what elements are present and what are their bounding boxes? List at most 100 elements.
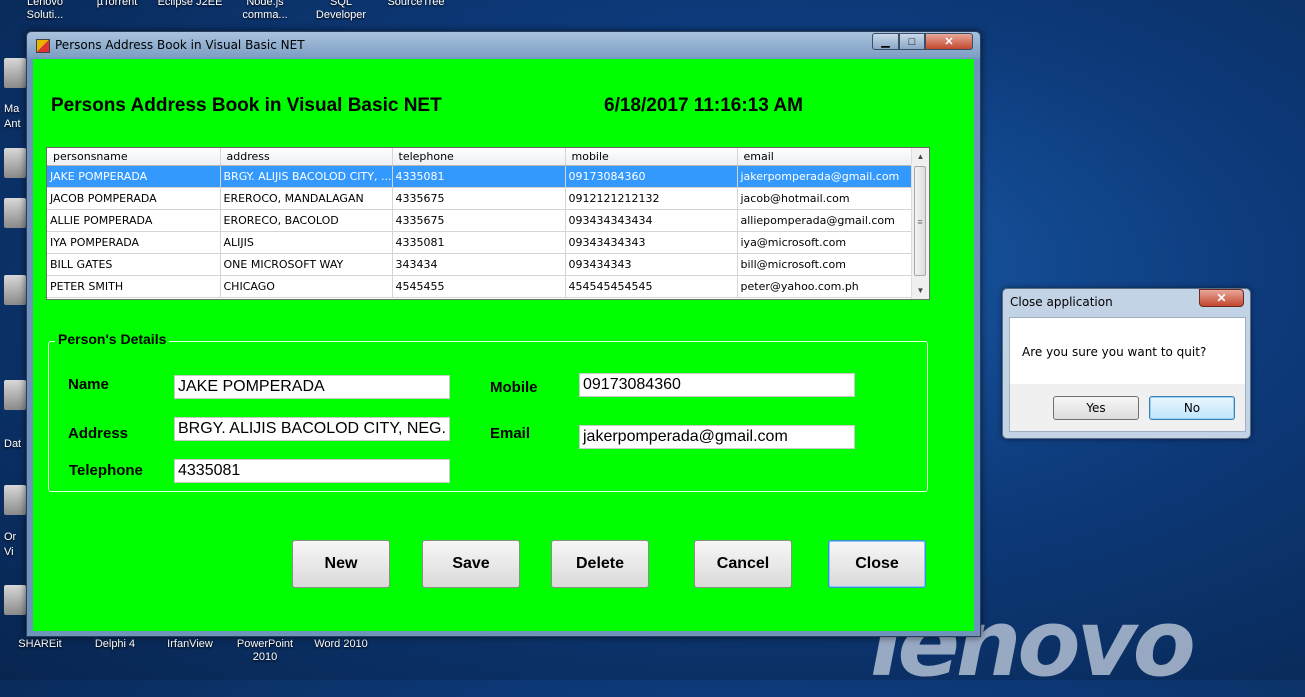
table-cell[interactable]: 0912121212132 xyxy=(565,187,738,210)
column-header-address[interactable]: address xyxy=(220,148,393,166)
table-cell[interactable]: bill@microsoft.com xyxy=(737,253,912,276)
telephone-field[interactable]: 4335081 xyxy=(174,459,450,483)
table-cell[interactable]: 09173084360 xyxy=(565,165,738,188)
delete-button[interactable]: Delete xyxy=(551,540,649,588)
table-cell[interactable]: 343434 xyxy=(392,253,566,276)
desktop-icon[interactable]: Delphi 4 xyxy=(80,638,150,651)
desktop-icon[interactable]: Node.js comma... xyxy=(230,0,300,22)
scroll-down-icon[interactable]: ▼ xyxy=(912,282,929,299)
desktop-icon[interactable]: SourceTree xyxy=(381,0,451,9)
desktop-app-icon[interactable] xyxy=(4,380,26,410)
table-cell[interactable]: 4335675 xyxy=(392,209,566,232)
window-titlebar[interactable]: Persons Address Book in Visual Basic NET… xyxy=(27,32,980,58)
table-cell[interactable]: alliepomperada@gmail.com xyxy=(737,209,912,232)
table-cell[interactable]: 4545455 xyxy=(392,275,566,298)
table-cell[interactable]: 4335675 xyxy=(392,187,566,210)
desktop-icon-label[interactable]: Ant xyxy=(4,118,28,131)
table-row[interactable]: BILL GATES ONE MICROSOFT WAY 343434 0934343… xyxy=(47,253,912,276)
desktop-icon[interactable]: SQL Developer xyxy=(306,0,376,22)
desktop-app-icon[interactable] xyxy=(4,58,26,88)
grid-vertical-scrollbar[interactable]: ▲ ≡ ▼ xyxy=(911,148,929,299)
email-label: Email xyxy=(490,425,531,442)
table-cell[interactable]: JACOB POMPERADA xyxy=(47,187,221,210)
desktop-icon[interactable]: Lenovo Soluti... xyxy=(10,0,80,22)
table-cell[interactable]: ERORECO, BACOLOD xyxy=(220,209,393,232)
name-label: Name xyxy=(68,376,109,393)
yes-button[interactable]: Yes xyxy=(1053,396,1139,420)
new-button[interactable]: New xyxy=(292,540,390,588)
column-header-personsname[interactable]: personsname xyxy=(47,148,221,166)
address-label: Address xyxy=(68,425,129,442)
column-header-telephone[interactable]: telephone xyxy=(392,148,566,166)
column-header-email[interactable]: email xyxy=(737,148,912,166)
dialog-title: Close application xyxy=(1010,295,1113,309)
address-field[interactable]: BRGY. ALIJIS BACOLOD CITY, NEG. OCC. xyxy=(174,417,450,441)
dialog-body: Are you sure you want to quit? xyxy=(1009,317,1246,384)
table-cell[interactable]: jakerpomperada@gmail.com xyxy=(737,165,912,188)
save-button[interactable]: Save xyxy=(422,540,520,588)
table-row[interactable]: PETER SMITH CHICAGO 4545455 454545454545 pet… xyxy=(47,275,912,298)
page-title: Persons Address Book in Visual Basic NET xyxy=(51,95,442,116)
persons-data-grid[interactable]: personsname address telephone mobile email J… xyxy=(46,147,930,300)
column-header-mobile[interactable]: mobile xyxy=(565,148,738,166)
desktop-app-icon[interactable] xyxy=(4,485,26,515)
table-cell[interactable]: 09343434343 xyxy=(565,231,738,254)
cancel-button[interactable]: Cancel xyxy=(694,540,792,588)
table-cell[interactable]: jacob@hotmail.com xyxy=(737,187,912,210)
table-cell[interactable]: BRGY. ALIJIS BACOLOD CITY, ... xyxy=(220,165,393,188)
minimize-button[interactable]: ▁ xyxy=(872,33,899,50)
table-cell[interactable]: JAKE POMPERADA xyxy=(47,165,221,188)
desktop-app-icon[interactable] xyxy=(4,585,26,615)
table-cell[interactable]: iya@microsoft.com xyxy=(737,231,912,254)
table-cell[interactable]: peter@yahoo.com.ph xyxy=(737,275,912,298)
desktop-icon[interactable]: IrfanView xyxy=(155,638,225,651)
desktop-app-icon[interactable] xyxy=(4,198,26,228)
table-cell[interactable]: ONE MICROSOFT WAY xyxy=(220,253,393,276)
table-row[interactable]: JACOB POMPERADA EREROCO, MANDALAGAN 433567… xyxy=(47,187,912,210)
grid-header-row: personsname address telephone mobile email xyxy=(47,148,912,166)
address-book-window: Persons Address Book in Visual Basic NET… xyxy=(26,31,981,637)
email-field[interactable]: jakerpomperada@gmail.com xyxy=(579,425,855,449)
desktop-icon[interactable]: µTorrent xyxy=(82,0,152,9)
table-cell[interactable]: BILL GATES xyxy=(47,253,221,276)
desktop-icon-label[interactable]: Or xyxy=(4,531,28,544)
mobile-label: Mobile xyxy=(490,379,538,396)
table-cell[interactable]: 093434343434 xyxy=(565,209,738,232)
table-cell[interactable]: IYA POMPERADA xyxy=(47,231,221,254)
table-cell[interactable]: ALIJIS xyxy=(220,231,393,254)
table-cell[interactable]: ALLIE POMPERADA xyxy=(47,209,221,232)
table-cell[interactable]: 454545454545 xyxy=(565,275,738,298)
table-cell[interactable]: 093434343 xyxy=(565,253,738,276)
table-cell[interactable]: 4335081 xyxy=(392,231,566,254)
desktop-app-icon[interactable] xyxy=(4,275,26,305)
name-field[interactable]: JAKE POMPERADA xyxy=(174,375,450,399)
dialog-button-bar: Yes No xyxy=(1009,384,1246,432)
no-button[interactable]: No xyxy=(1149,396,1235,420)
close-button[interactable]: Close xyxy=(828,540,926,588)
maximize-button[interactable]: □ xyxy=(899,33,925,50)
desktop-icon-label[interactable]: Ma xyxy=(4,103,28,116)
table-cell[interactable]: EREROCO, MANDALAGAN xyxy=(220,187,393,210)
form-client-area: Persons Address Book in Visual Basic NET… xyxy=(33,59,974,631)
mobile-field[interactable]: 09173084360 xyxy=(579,373,855,397)
desktop-icon-label[interactable]: Vi xyxy=(4,546,28,559)
table-cell[interactable]: CHICAGO xyxy=(220,275,393,298)
table-cell[interactable]: 4335081 xyxy=(392,165,566,188)
desktop-icon[interactable]: Word 2010 xyxy=(306,638,376,651)
desktop-icon[interactable]: PowerPoint 2010 xyxy=(230,638,300,664)
desktop-icon-label[interactable]: Dat xyxy=(4,438,28,451)
desktop-app-icon[interactable] xyxy=(4,148,26,178)
table-row[interactable]: ALLIE POMPERADA ERORECO, BACOLOD 4335675 09… xyxy=(47,209,912,232)
desktop-icon[interactable]: SHAREit xyxy=(5,638,75,651)
window-title: Persons Address Book in Visual Basic NET xyxy=(55,38,305,52)
scroll-up-icon[interactable]: ▲ xyxy=(912,148,929,165)
table-row[interactable]: JAKE POMPERADA BRGY. ALIJIS BACOLOD CITY,… xyxy=(47,165,912,188)
table-cell[interactable]: PETER SMITH xyxy=(47,275,221,298)
window-close-button[interactable]: ✕ xyxy=(925,33,973,50)
close-confirm-dialog: Close application ✕ Are you sure you wan… xyxy=(1002,288,1251,439)
table-row[interactable]: IYA POMPERADA ALIJIS 4335081 09343434343 iya… xyxy=(47,231,912,254)
person-details-title: Person's Details xyxy=(55,331,170,347)
desktop-icon[interactable]: Eclipse J2EE xyxy=(155,0,225,9)
dialog-close-button[interactable]: ✕ xyxy=(1199,289,1244,307)
scroll-thumb[interactable]: ≡ xyxy=(914,166,926,276)
